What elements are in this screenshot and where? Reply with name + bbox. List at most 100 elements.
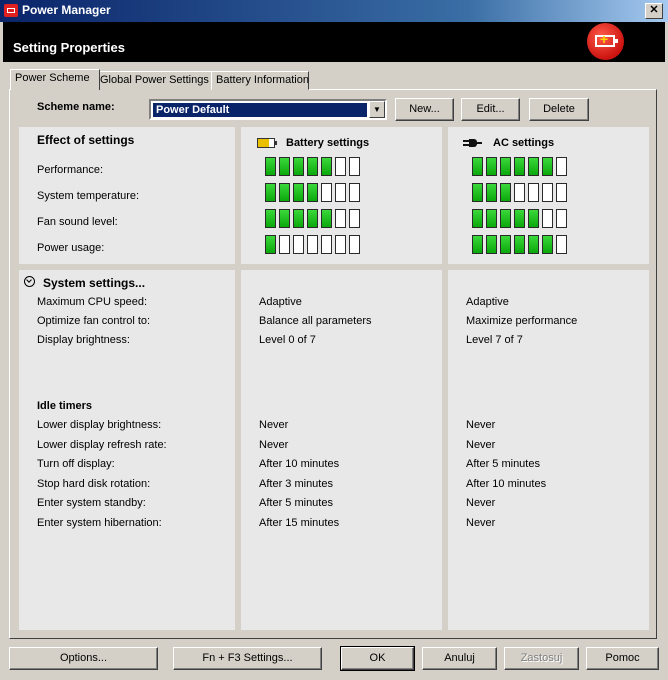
ac-bar-1 [472, 157, 570, 177]
expand-circle-icon[interactable] [24, 276, 35, 287]
ac-bar-4-segment [542, 235, 553, 254]
battery-bar-4-segment [349, 235, 360, 254]
ac-bar-2 [472, 183, 570, 203]
battery-max-cpu-speed: Adaptive [259, 296, 302, 308]
battery-bar-4-segment [293, 235, 304, 254]
help-button[interactable]: Pomoc [586, 647, 659, 670]
ac-bar-1-segment [556, 157, 567, 176]
ac-bar-4-segment [486, 235, 497, 254]
effect-title: Effect of settings [37, 133, 135, 147]
ac-bar-3 [472, 209, 570, 229]
battery-lower-brightness: Never [259, 419, 289, 431]
ac-stop-hdd: After 10 minutes [466, 478, 547, 490]
battery-bar-4 [265, 235, 363, 255]
label-fan-control: Optimize fan control to: [37, 315, 151, 327]
ac-bar-2-segment [542, 183, 553, 202]
battery-stop-hdd: After 3 minutes [259, 478, 333, 490]
effect-label-power-usage: Power usage: [37, 242, 105, 254]
ac-bar-1-segment [500, 157, 511, 176]
apply-button[interactable]: Zastosuj [504, 647, 579, 670]
ac-hibernation: Never [466, 517, 496, 529]
battery-bar-3-segment [279, 209, 290, 228]
ac-bar-4-segment [472, 235, 483, 254]
ac-bar-2-segment [500, 183, 511, 202]
battery-bar-1-segment [265, 157, 276, 176]
label-display-brightness: Display brightness: [37, 334, 130, 346]
battery-bar-2-segment [293, 183, 304, 202]
battery-bar-1-segment [279, 157, 290, 176]
ac-bar-1-segment [486, 157, 497, 176]
battery-turn-off-display: After 10 minutes [259, 458, 340, 470]
battery-lower-refresh: Never [259, 439, 289, 451]
dropdown-arrow-icon[interactable]: ▼ [369, 101, 385, 118]
ac-bar-4 [472, 235, 570, 255]
label-standby: Enter system standby: [37, 497, 146, 509]
ac-bar-4-segment [528, 235, 539, 254]
ac-bar-2-segment [514, 183, 525, 202]
effect-label-fan-sound: Fan sound level: [37, 216, 118, 228]
ac-lower-brightness: Never [466, 419, 496, 431]
battery-bar-1-segment [335, 157, 346, 176]
battery-bar-4-segment [335, 235, 346, 254]
title-bar[interactable]: Power Manager ✕ [0, 0, 668, 22]
battery-bar-3-segment [335, 209, 346, 228]
battery-bar-2-segment [265, 183, 276, 202]
battery-bar-1-segment [293, 157, 304, 176]
battery-bar-4-segment [307, 235, 318, 254]
battery-bar-3-segment [349, 209, 360, 228]
ac-bar-3-segment [542, 209, 553, 228]
label-stop-hdd: Stop hard disk rotation: [37, 478, 151, 490]
ac-bar-2-segment [556, 183, 567, 202]
battery-icon [257, 138, 277, 148]
new-scheme-button[interactable]: New... [395, 98, 454, 121]
label-hibernation: Enter system hibernation: [37, 517, 162, 529]
tab-battery-information[interactable]: Battery Information [211, 71, 309, 90]
scheme-name-value: Power Default [153, 103, 367, 117]
ac-standby: Never [466, 497, 496, 509]
ac-bar-2-segment [486, 183, 497, 202]
system-settings-link[interactable]: System settings... [43, 276, 145, 290]
battery-bar-4-segment [279, 235, 290, 254]
ac-bar-3-segment [500, 209, 511, 228]
scheme-name-label: Scheme name: [37, 101, 115, 113]
label-lower-brightness: Lower display brightness: [37, 419, 162, 431]
battery-bar-4-segment [265, 235, 276, 254]
fn-f3-settings-button[interactable]: Fn + F3 Settings... [173, 647, 322, 670]
ac-lower-refresh: Never [466, 439, 496, 451]
scheme-name-dropdown[interactable]: Power Default ▼ [149, 99, 387, 120]
battery-hibernation: After 15 minutes [259, 517, 340, 529]
edit-scheme-button[interactable]: Edit... [461, 98, 520, 121]
ac-max-cpu-speed: Adaptive [466, 296, 509, 308]
battery-bar-3-segment [265, 209, 276, 228]
close-button[interactable]: ✕ [645, 3, 663, 19]
battery-bar-2-segment [335, 183, 346, 202]
ac-bar-1-segment [528, 157, 539, 176]
battery-bar-1-segment [321, 157, 332, 176]
ac-display-brightness: Level 7 of 7 [466, 334, 523, 346]
ac-bar-1-segment [542, 157, 553, 176]
power-manager-app-icon [4, 4, 18, 17]
label-lower-refresh: Lower display refresh rate: [37, 439, 167, 451]
ac-bar-3-segment [528, 209, 539, 228]
options-button[interactable]: Options... [9, 647, 158, 670]
ac-fan-control: Maximize performance [466, 315, 578, 327]
ok-button[interactable]: OK [340, 646, 415, 671]
battery-plus-logo-icon: + [587, 23, 624, 60]
ac-bar-2-segment [472, 183, 483, 202]
tab-power-scheme[interactable]: Power Scheme [10, 69, 100, 90]
battery-bar-2 [265, 183, 363, 203]
battery-bar-3-segment [307, 209, 318, 228]
battery-bar-1-segment [349, 157, 360, 176]
cancel-button[interactable]: Anuluj [422, 647, 497, 670]
battery-bar-2-segment [349, 183, 360, 202]
tab-global-power-settings[interactable]: Global Power Settings [95, 71, 213, 90]
window-title: Power Manager [22, 3, 111, 17]
battery-bar-2-segment [307, 183, 318, 202]
battery-bar-1 [265, 157, 363, 177]
idle-timers-title: Idle timers [37, 400, 93, 412]
battery-standby: After 5 minutes [259, 497, 333, 509]
delete-scheme-button[interactable]: Delete [529, 98, 589, 121]
battery-bar-3 [265, 209, 363, 229]
battery-bar-4-segment [321, 235, 332, 254]
label-turn-off-display: Turn off display: [37, 458, 115, 470]
